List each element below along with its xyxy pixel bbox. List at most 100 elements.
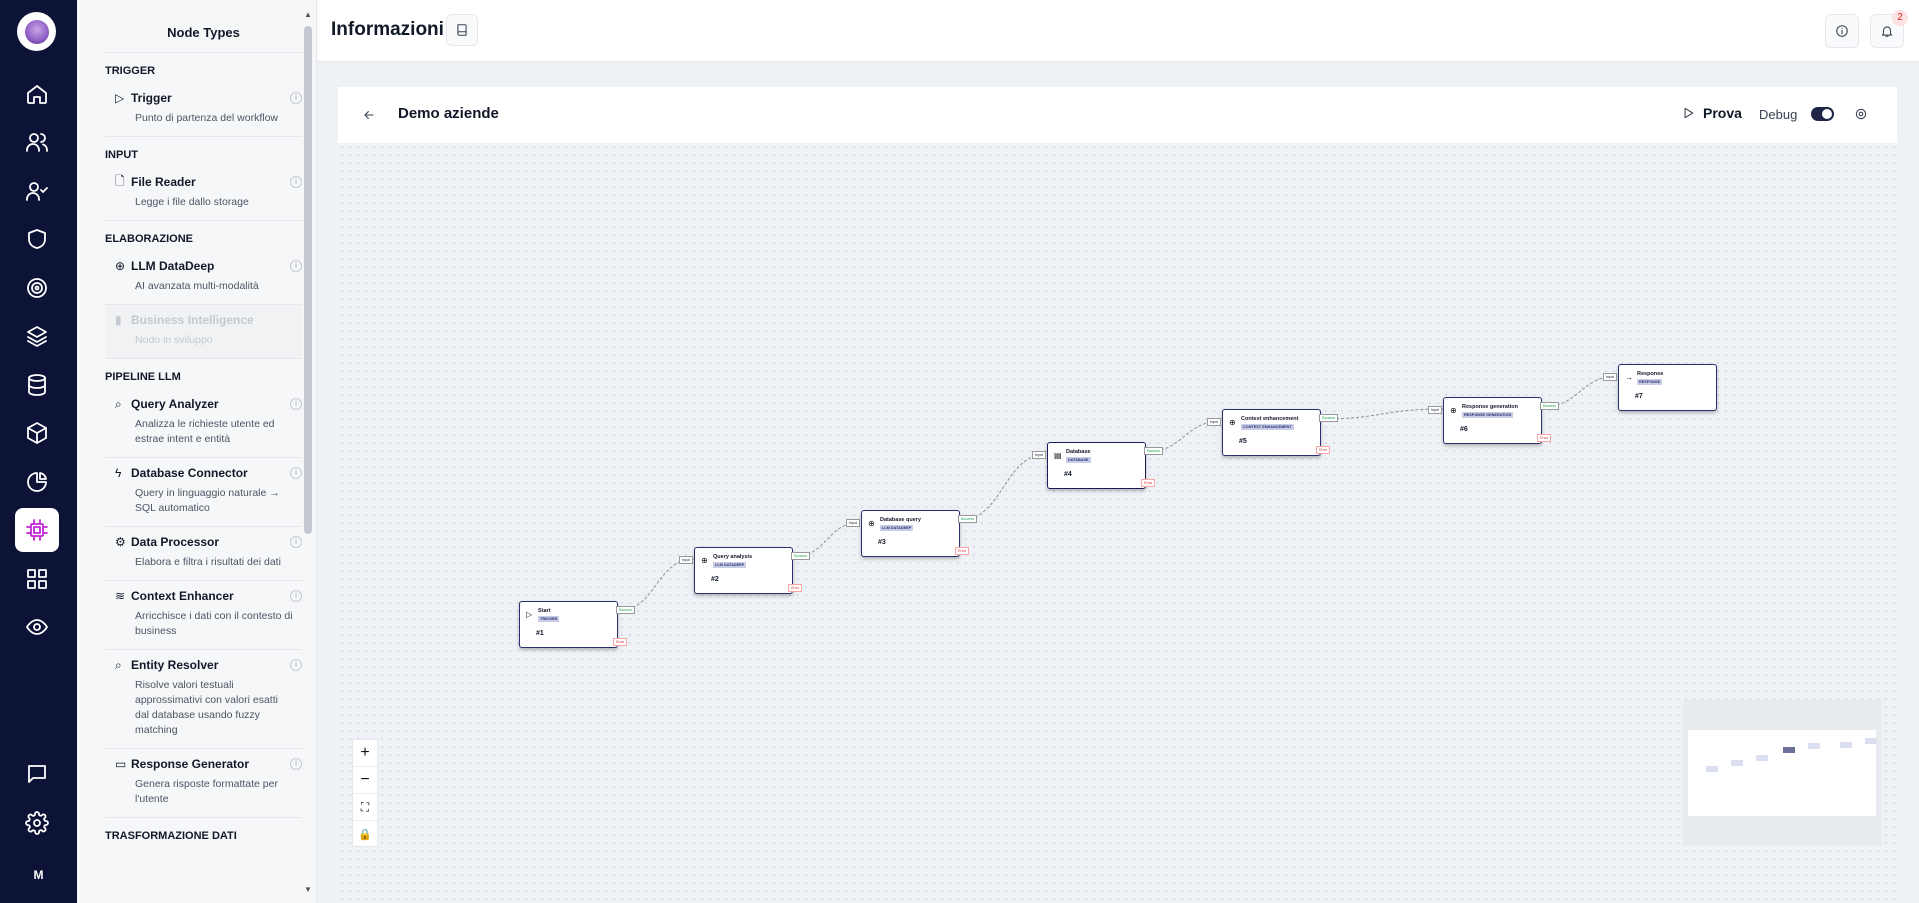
node-title: Database query	[880, 517, 921, 523]
node-title: Response	[1637, 371, 1664, 377]
workflow-node[interactable]: → Response RESPONSE #7 Input	[1603, 364, 1717, 411]
section-header: TRIGGER	[105, 65, 156, 77]
workflow-node[interactable]: ▷ Start TRIGGER #1 Success Error	[519, 601, 635, 648]
node-type-item[interactable]: ⚙ Data Processor i Elabora e filtra i ri…	[105, 527, 302, 581]
cube-icon[interactable]	[17, 413, 57, 453]
database-icon[interactable]	[17, 365, 57, 405]
workflow-node[interactable]: ⊕ Response generation RESPONSE GENERATIO…	[1428, 397, 1559, 444]
notification-count-badge: 2	[1892, 10, 1908, 26]
node-type-tag: DATABASE	[1066, 457, 1091, 463]
node-type-item[interactable]: ⌕ Entity Resolver i Risolve valori testu…	[105, 650, 302, 749]
success-port[interactable]: Success	[615, 606, 635, 614]
error-port[interactable]: Error	[613, 638, 627, 646]
pie-chart-icon[interactable]	[17, 462, 57, 502]
node-type-label: Response Generator	[131, 757, 250, 771]
error-port[interactable]: Error	[1141, 479, 1155, 487]
info-icon	[1836, 25, 1848, 37]
panel-title: Node Types	[105, 0, 302, 53]
user-check-icon[interactable]	[17, 171, 57, 211]
input-port[interactable]: Input	[1428, 406, 1442, 414]
node-id: #2	[711, 576, 719, 583]
workflow-node[interactable]: ⊕ Context enhancement CONTEXT ENHANCEMEN…	[1207, 409, 1338, 456]
node-type-item[interactable]: ≋ Context Enhancer i Arricchisce i dati …	[105, 581, 302, 650]
scrollbar-thumb[interactable]	[304, 26, 312, 534]
info-icon[interactable]: i	[290, 536, 302, 548]
node-type-item[interactable]: ▷ Trigger i Punto di partenza del workfl…	[105, 83, 302, 137]
info-icon[interactable]: i	[290, 758, 302, 770]
workflow-node[interactable]: ▤ Database DATABASE #4 Input Success Err…	[1032, 442, 1163, 489]
docs-button[interactable]	[446, 14, 478, 46]
chip-icon[interactable]	[15, 508, 59, 552]
grid-icon[interactable]	[17, 559, 57, 599]
target-icon[interactable]	[17, 268, 57, 308]
node-id: #4	[1064, 471, 1072, 478]
error-port[interactable]: Error	[788, 584, 802, 592]
info-icon[interactable]: i	[290, 176, 302, 188]
success-port[interactable]: Success	[1318, 414, 1338, 422]
fit-view-button[interactable]: ⛶	[353, 794, 377, 821]
cog-icon: ⚙	[115, 535, 126, 549]
run-button[interactable]: Prova	[1681, 105, 1742, 121]
workflow-settings-icon[interactable]	[1854, 107, 1868, 126]
zoom-out-button[interactable]: −	[353, 767, 377, 794]
input-port[interactable]: Input	[1207, 418, 1221, 426]
node-type-description: Elabora e filtra i risultati dei dati	[135, 556, 281, 568]
error-port[interactable]: Error	[955, 547, 969, 555]
info-icon[interactable]: i	[290, 467, 302, 479]
error-port[interactable]: Error	[1537, 434, 1551, 442]
info-icon[interactable]: i	[290, 398, 302, 410]
chat-icon[interactable]	[17, 754, 57, 794]
lock-button[interactable]: 🔒	[353, 821, 377, 848]
scroll-down-icon[interactable]: ▼	[304, 885, 312, 894]
info-icon[interactable]: i	[290, 260, 302, 272]
globe-icon: ⊕	[115, 259, 126, 273]
node-type-item[interactable]: 🗋 File Reader i Legge i file dallo stora…	[105, 167, 302, 221]
workflow-node[interactable]: ⊕ Query analysis LLM DATADEEP #2 Input S…	[679, 547, 810, 594]
users-icon[interactable]	[17, 122, 57, 162]
search-icon: ⌕	[115, 396, 122, 411]
database-icon: ▤	[1054, 451, 1062, 460]
node-type-item[interactable]: ▭ Response Generator i Genera risposte f…	[105, 749, 302, 818]
info-icon[interactable]: i	[290, 92, 302, 104]
notifications-button[interactable]: 2	[1870, 10, 1908, 48]
success-port[interactable]: Success	[1143, 447, 1163, 455]
error-port[interactable]: Error	[1316, 446, 1330, 454]
settings-icon[interactable]	[17, 803, 57, 843]
workflow-header: Demo aziende Prova Debug	[338, 87, 1897, 143]
zoom-in-button[interactable]: +	[353, 740, 377, 767]
workflow-node[interactable]: ⊕ Database query LLM DATADEEP #3 Input S…	[846, 510, 977, 557]
node-type-item[interactable]: ϟ Database Connector i Query in linguagg…	[105, 458, 302, 527]
eye-icon[interactable]	[17, 607, 57, 647]
layers-icon[interactable]	[17, 316, 57, 356]
home-icon[interactable]	[17, 74, 57, 114]
node-type-tag: TRIGGER	[538, 616, 560, 622]
section-header: TRASFORMAZIONE DATI	[105, 830, 237, 842]
node-type-item[interactable]: ⊕ LLM DataDeep i AI avanzata multi-modal…	[105, 251, 302, 305]
node-type-label: Database Connector	[131, 466, 248, 480]
app-sidebar: M	[0, 0, 77, 903]
input-port[interactable]: Input	[1603, 373, 1617, 381]
success-port[interactable]: Success	[1539, 402, 1559, 410]
shield-icon[interactable]	[17, 219, 57, 259]
section-header: INPUT	[105, 149, 138, 161]
workflow-canvas[interactable]	[338, 143, 1897, 903]
panel-scrollbar[interactable]: ▲ ▼	[304, 10, 312, 894]
app-logo[interactable]	[17, 12, 56, 51]
input-port[interactable]: Input	[679, 556, 693, 564]
info-button[interactable]	[1825, 14, 1859, 48]
input-port[interactable]: Input	[1032, 451, 1046, 459]
success-port[interactable]: Success	[790, 552, 810, 560]
scroll-up-icon[interactable]: ▲	[304, 10, 312, 19]
minimap[interactable]	[1683, 700, 1881, 846]
user-avatar[interactable]: M	[0, 868, 77, 882]
info-icon[interactable]: i	[290, 659, 302, 671]
info-icon[interactable]: i	[290, 590, 302, 602]
book-icon	[457, 24, 467, 36]
success-port[interactable]: Success	[957, 515, 977, 523]
node-type-item[interactable]: ⌕ Query Analyzer i Analizza le richieste…	[105, 389, 302, 458]
input-port[interactable]: Input	[846, 519, 860, 527]
node-title: Response generation	[1462, 404, 1518, 410]
node-title: Context enhancement	[1241, 416, 1299, 422]
back-arrow-icon[interactable]	[362, 108, 376, 127]
debug-toggle[interactable]	[1811, 107, 1834, 121]
